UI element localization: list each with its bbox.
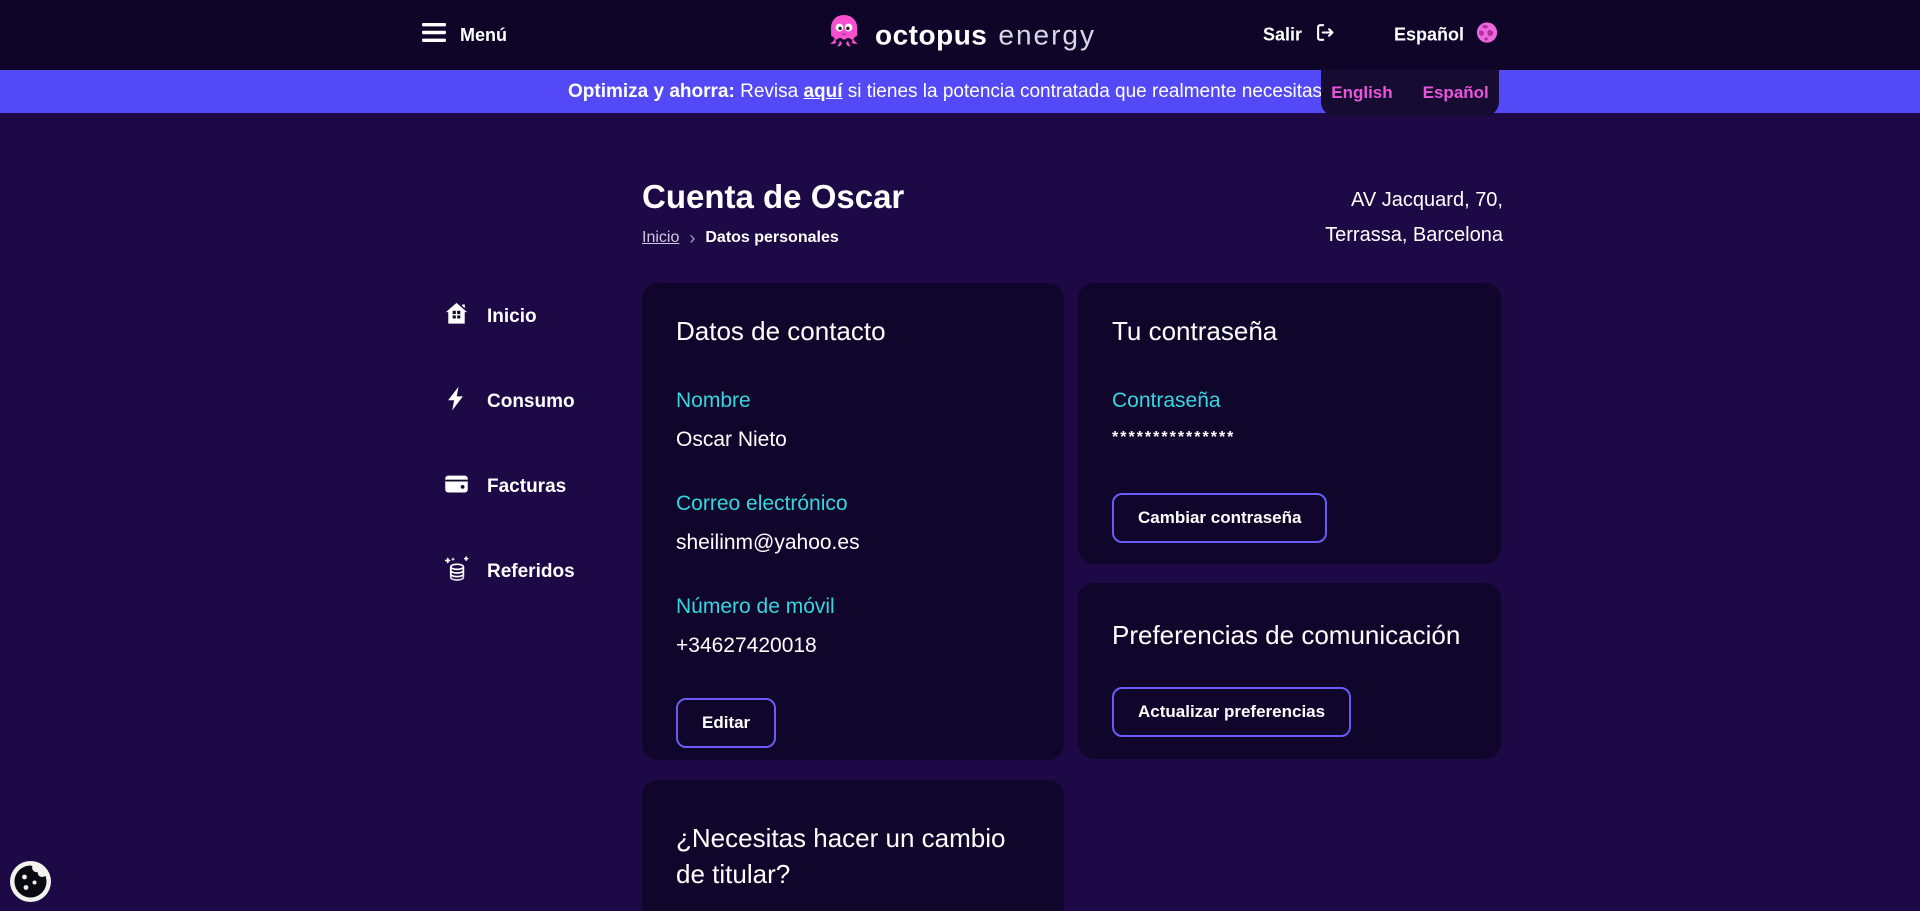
- promo-banner-post: si tienes la potencia contratada que rea…: [842, 81, 1323, 102]
- hamburger-icon: [422, 23, 446, 47]
- logo-energy-text: energy: [998, 19, 1097, 50]
- page-title: Cuenta de Oscar: [642, 178, 905, 215]
- sidebar-item-label: Consumo: [487, 390, 575, 412]
- top-header: Menú octopus energy Salir Español: [0, 0, 1920, 70]
- breadcrumb-home-link[interactable]: Inicio: [642, 229, 679, 247]
- language-option-spanish[interactable]: Español: [1423, 83, 1489, 103]
- language-dropdown: English Español: [1321, 70, 1499, 116]
- contact-phone-label: Número de móvil: [676, 595, 835, 618]
- breadcrumb-current: Datos personales: [705, 229, 839, 246]
- logout-button[interactable]: Salir: [1263, 22, 1336, 49]
- sidebar-item-referidos[interactable]: Referidos: [443, 555, 575, 588]
- cookie-icon: [10, 861, 51, 906]
- menu-label: Menú: [460, 24, 507, 45]
- ownership-change-card: ¿Necesitas hacer un cambio de titular?: [642, 780, 1064, 911]
- logo-brand-text: octopus: [874, 19, 988, 50]
- referral-coins-icon: [443, 555, 470, 588]
- promo-banner-link[interactable]: aquí: [803, 81, 842, 102]
- sidebar-item-inicio[interactable]: Inicio: [443, 300, 575, 333]
- cards-column-right: Tu contraseña Contraseña ***************…: [1078, 283, 1501, 759]
- contact-phone-value: +34627420018: [676, 634, 817, 657]
- logout-label: Salir: [1262, 24, 1302, 45]
- communication-preferences-card: Preferencias de comunicación Actualizar …: [1078, 583, 1501, 759]
- edit-contact-button[interactable]: Editar: [676, 698, 777, 748]
- globe-icon: [1476, 22, 1498, 49]
- menu-button[interactable]: Menú: [422, 23, 507, 47]
- sidebar-item-facturas[interactable]: Facturas: [443, 470, 575, 503]
- contact-details-card: Datos de contacto Nombre Oscar Nieto Cor…: [642, 283, 1064, 760]
- password-card-title: Tu contraseña: [1112, 316, 1278, 346]
- promo-banner-text: Optimiza y ahorra: Revisa aquí si tienes…: [568, 70, 1322, 113]
- password-masked-value: ***************: [1112, 429, 1236, 446]
- sidebar-item-label: Inicio: [487, 305, 537, 327]
- cards-column-left: Datos de contacto Nombre Oscar Nieto Cor…: [642, 283, 1064, 911]
- sidebar-item-label: Facturas: [487, 475, 567, 497]
- sidebar-nav: Inicio Consumo Facturas Referidos: [443, 300, 575, 588]
- change-password-button[interactable]: Cambiar contraseña: [1112, 493, 1328, 543]
- wallet-icon: [443, 470, 470, 503]
- update-preferences-button[interactable]: Actualizar preferencias: [1112, 687, 1352, 737]
- address-line-1: AV Jacquard, 70,: [1351, 189, 1503, 211]
- account-page: Menú octopus energy Salir Español Optimi…: [0, 0, 1920, 911]
- sidebar-item-label: Referidos: [487, 560, 575, 582]
- account-address: AV Jacquard, 70, Terrassa, Barcelona: [1325, 183, 1503, 253]
- password-label: Contraseña: [1112, 389, 1221, 412]
- promo-banner-pre: Revisa: [734, 81, 804, 102]
- octopus-energy-logo[interactable]: octopus energy: [824, 12, 1096, 59]
- ownership-card-title: ¿Necesitas hacer un cambio de titular?: [676, 823, 1006, 889]
- breadcrumb: Inicio › Datos personales: [642, 229, 839, 247]
- contact-email-value: sheilinm@yahoo.es: [676, 531, 860, 554]
- cookie-settings-button[interactable]: [10, 861, 51, 902]
- language-selector[interactable]: Español: [1394, 22, 1498, 49]
- language-label: Español: [1393, 24, 1464, 45]
- preferences-card-title: Preferencias de comunicación: [1112, 620, 1461, 650]
- address-line-2: Terrassa, Barcelona: [1325, 224, 1503, 246]
- house-icon: [443, 300, 470, 333]
- contact-email-label: Correo electrónico: [676, 492, 848, 515]
- contact-name-value: Oscar Nieto: [676, 428, 787, 451]
- promo-banner: Optimiza y ahorra: Revisa aquí si tienes…: [0, 70, 1920, 113]
- language-option-english[interactable]: English: [1331, 83, 1392, 103]
- sidebar-item-consumo[interactable]: Consumo: [443, 385, 575, 418]
- logout-icon: [1314, 22, 1336, 49]
- password-card: Tu contraseña Contraseña ***************…: [1078, 283, 1501, 564]
- promo-banner-bold: Optimiza y ahorra:: [568, 81, 735, 102]
- contact-card-title: Datos de contacto: [676, 316, 886, 346]
- chevron-right-icon: ›: [689, 228, 696, 248]
- bolt-icon: [443, 385, 470, 418]
- octopus-mascot-icon: [824, 12, 864, 59]
- contact-name-label: Nombre: [676, 389, 751, 412]
